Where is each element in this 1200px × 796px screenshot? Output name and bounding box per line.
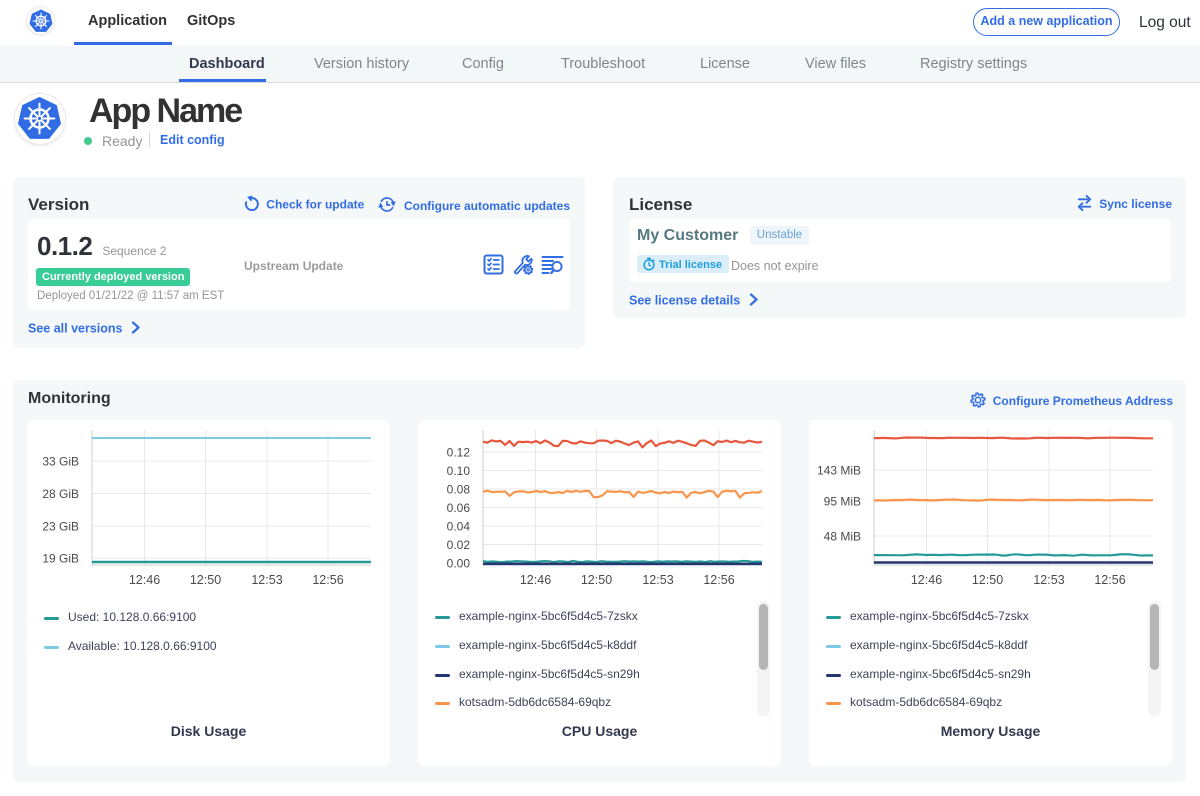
svg-text:95 MiB: 95 MiB [824, 495, 861, 509]
svg-text:19 GiB: 19 GiB [42, 552, 79, 566]
svg-text:12:53: 12:53 [642, 573, 673, 587]
svg-text:12:56: 12:56 [1094, 573, 1125, 587]
svg-text:12:50: 12:50 [972, 573, 1003, 587]
svg-text:0.04: 0.04 [447, 520, 471, 534]
svg-text:12:50: 12:50 [581, 573, 612, 587]
svg-text:48 MiB: 48 MiB [824, 530, 861, 544]
svg-text:12:56: 12:56 [312, 573, 343, 587]
svg-text:0.06: 0.06 [447, 501, 471, 515]
svg-text:12:46: 12:46 [911, 573, 942, 587]
svg-text:0.00: 0.00 [447, 557, 471, 571]
svg-text:23 GiB: 23 GiB [42, 520, 79, 534]
svg-text:12:53: 12:53 [1033, 573, 1064, 587]
svg-text:12:53: 12:53 [251, 573, 282, 587]
svg-text:12:46: 12:46 [129, 573, 160, 587]
svg-text:143 MiB: 143 MiB [817, 464, 861, 478]
svg-text:0.08: 0.08 [447, 483, 471, 497]
svg-text:12:50: 12:50 [190, 573, 221, 587]
svg-text:0.12: 0.12 [447, 446, 471, 460]
svg-text:12:56: 12:56 [703, 573, 734, 587]
svg-text:33 GiB: 33 GiB [42, 455, 79, 469]
svg-text:28 GiB: 28 GiB [42, 487, 79, 501]
svg-text:0.10: 0.10 [447, 464, 471, 478]
svg-text:0.02: 0.02 [447, 538, 471, 552]
svg-text:12:46: 12:46 [520, 573, 551, 587]
